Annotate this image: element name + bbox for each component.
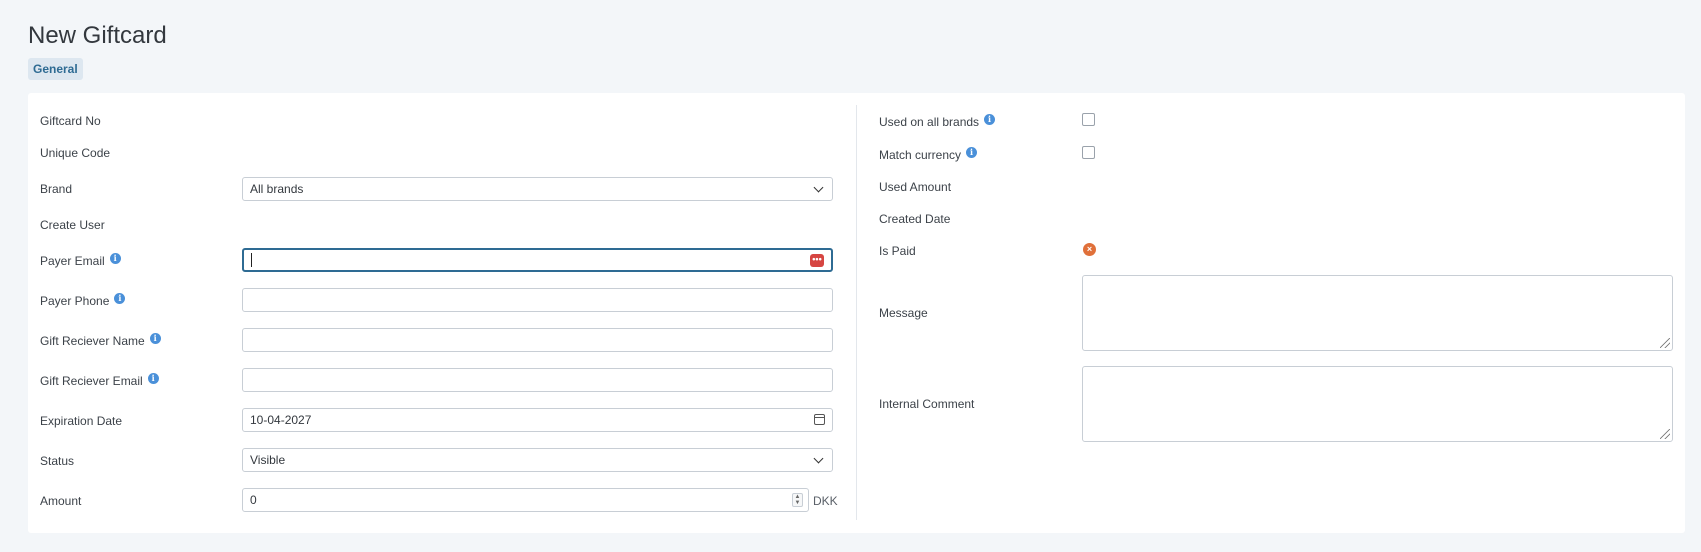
payer-phone-label: Payer Phone i xyxy=(40,292,126,308)
used-amount-label: Used Amount xyxy=(879,180,952,194)
payer-phone-input[interactable] xyxy=(242,288,833,312)
calendar-icon[interactable] xyxy=(814,414,825,425)
text-caret xyxy=(251,253,252,267)
brand-select[interactable]: All brands xyxy=(242,177,833,201)
message-textarea[interactable] xyxy=(1082,275,1673,351)
amount-label: Amount xyxy=(40,494,82,508)
unique-code-label: Unique Code xyxy=(40,146,111,160)
internal-comment-textarea[interactable] xyxy=(1082,366,1673,442)
giftcard-no-label: Giftcard No xyxy=(40,114,101,128)
amount-input[interactable]: 0 ▲ ▼ xyxy=(242,488,809,512)
status-label: Status xyxy=(40,454,75,468)
expiration-date-value: 10-04-2027 xyxy=(250,413,312,427)
used-on-all-brands-label: Used on all brands i xyxy=(879,113,996,129)
status-select-value: Visible xyxy=(250,453,286,467)
gift-receiver-email-label: Gift Reciever Email i xyxy=(40,372,159,388)
amount-value: 0 xyxy=(250,493,257,507)
giftcard-form-panel: Giftcard No Unique Code Brand All brands… xyxy=(28,93,1685,533)
resize-handle-icon[interactable] xyxy=(1660,338,1670,348)
payer-email-input[interactable]: ••• xyxy=(242,248,833,272)
status-select[interactable]: Visible xyxy=(242,448,833,472)
info-icon[interactable]: i xyxy=(147,372,159,384)
payer-email-label: Payer Email i xyxy=(40,252,121,268)
message-label: Message xyxy=(879,306,928,320)
brand-select-value: All brands xyxy=(250,182,304,196)
tab-general[interactable]: General xyxy=(28,58,83,80)
match-currency-label: Match currency i xyxy=(879,146,978,162)
page-title: New Giftcard xyxy=(28,22,167,49)
password-manager-icon[interactable]: ••• xyxy=(810,254,824,267)
info-icon[interactable]: i xyxy=(984,113,996,125)
number-spinner-icon[interactable]: ▲ ▼ xyxy=(792,493,803,507)
column-divider xyxy=(856,105,857,520)
resize-handle-icon[interactable] xyxy=(1660,429,1670,439)
gift-receiver-name-input[interactable] xyxy=(242,328,833,352)
expiration-date-input[interactable]: 10-04-2027 xyxy=(242,408,833,432)
used-on-all-brands-checkbox[interactable] xyxy=(1082,113,1095,126)
create-user-label: Create User xyxy=(40,218,105,232)
internal-comment-label: Internal Comment xyxy=(879,397,975,411)
gift-receiver-name-label: Gift Reciever Name i xyxy=(40,332,161,348)
brand-label: Brand xyxy=(40,182,73,196)
chevron-down-icon xyxy=(813,453,824,464)
gift-receiver-email-input[interactable] xyxy=(242,368,833,392)
match-currency-checkbox[interactable] xyxy=(1082,146,1095,159)
info-icon[interactable]: i xyxy=(966,146,978,158)
expiration-date-label: Expiration Date xyxy=(40,414,123,428)
is-paid-label: Is Paid xyxy=(879,244,916,258)
info-icon[interactable]: i xyxy=(114,292,126,304)
created-date-label: Created Date xyxy=(879,212,951,226)
amount-currency: DKK xyxy=(813,494,838,508)
chevron-down-icon xyxy=(813,182,824,193)
x-circle-icon[interactable]: × xyxy=(1083,243,1096,256)
info-icon[interactable]: i xyxy=(149,332,161,344)
info-icon[interactable]: i xyxy=(109,252,121,264)
